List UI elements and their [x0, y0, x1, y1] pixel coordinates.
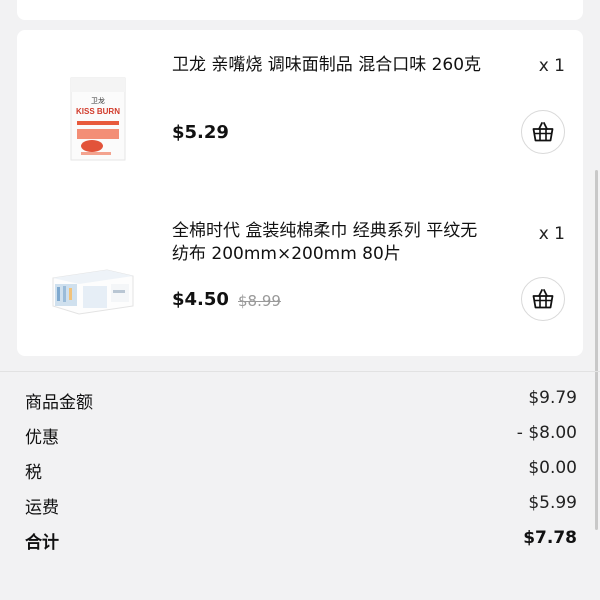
summary-value: $5.99 — [528, 493, 577, 513]
quantity-label: x 1 — [538, 224, 565, 244]
snack-package-image: 卫龙 KISS BURN — [70, 77, 126, 161]
cart-items-card: 卫龙 KISS BURN 卫龙 亲嘴烧 调味面制品 混合口味 260克 x 1 … — [17, 30, 583, 356]
total-value: $7.78 — [523, 528, 577, 548]
summary-row-discount: 优惠 - $8.00 — [25, 419, 577, 454]
previous-item-card — [17, 0, 583, 20]
summary-row-shipping: 运费 $5.99 — [25, 489, 577, 524]
summary-label: 优惠 — [25, 428, 59, 448]
summary-row-subtotal: 商品金额 $9.79 — [25, 384, 577, 419]
add-to-cart-button[interactable] — [521, 110, 565, 154]
basket-icon — [532, 122, 554, 142]
summary-value: - $8.00 — [516, 423, 577, 443]
quantity-label: x 1 — [538, 56, 565, 76]
product-title[interactable]: 全棉时代 盒装纯棉柔巾 经典系列 平纹无纺布 200mm×200mm 80片 — [172, 220, 492, 266]
summary-value: $0.00 — [528, 458, 577, 478]
total-label: 合计 — [25, 533, 59, 553]
summary-row-total: 合计 $7.78 — [25, 524, 577, 559]
original-price: $8.99 — [238, 292, 281, 310]
svg-text:卫龙: 卫龙 — [91, 96, 105, 105]
divider — [0, 371, 600, 372]
summary-value: $9.79 — [528, 388, 577, 408]
summary-label: 运费 — [25, 498, 59, 518]
summary-label: 商品金额 — [25, 393, 93, 413]
scrollbar[interactable] — [595, 170, 598, 530]
cart-item[interactable]: 卫龙 KISS BURN 卫龙 亲嘴烧 调味面制品 混合口味 260克 x 1 … — [17, 50, 583, 190]
product-price: $4.50 — [172, 289, 229, 310]
basket-icon — [532, 289, 554, 309]
product-price: $5.29 — [172, 122, 229, 143]
product-title[interactable]: 卫龙 亲嘴烧 调味面制品 混合口味 260克 — [172, 54, 492, 77]
add-to-cart-button[interactable] — [521, 277, 565, 321]
snack-logo-text: KISS BURN — [76, 107, 120, 116]
summary-label: 税 — [25, 463, 42, 483]
summary-row-tax: 税 $0.00 — [25, 454, 577, 489]
cart-item[interactable]: 全棉时代 盒装纯棉柔巾 经典系列 平纹无纺布 200mm×200mm 80片 x… — [17, 218, 583, 358]
order-summary: 商品金额 $9.79 优惠 - $8.00 税 $0.00 运费 $5.99 合… — [25, 384, 577, 559]
tissue-box-image — [52, 269, 134, 315]
